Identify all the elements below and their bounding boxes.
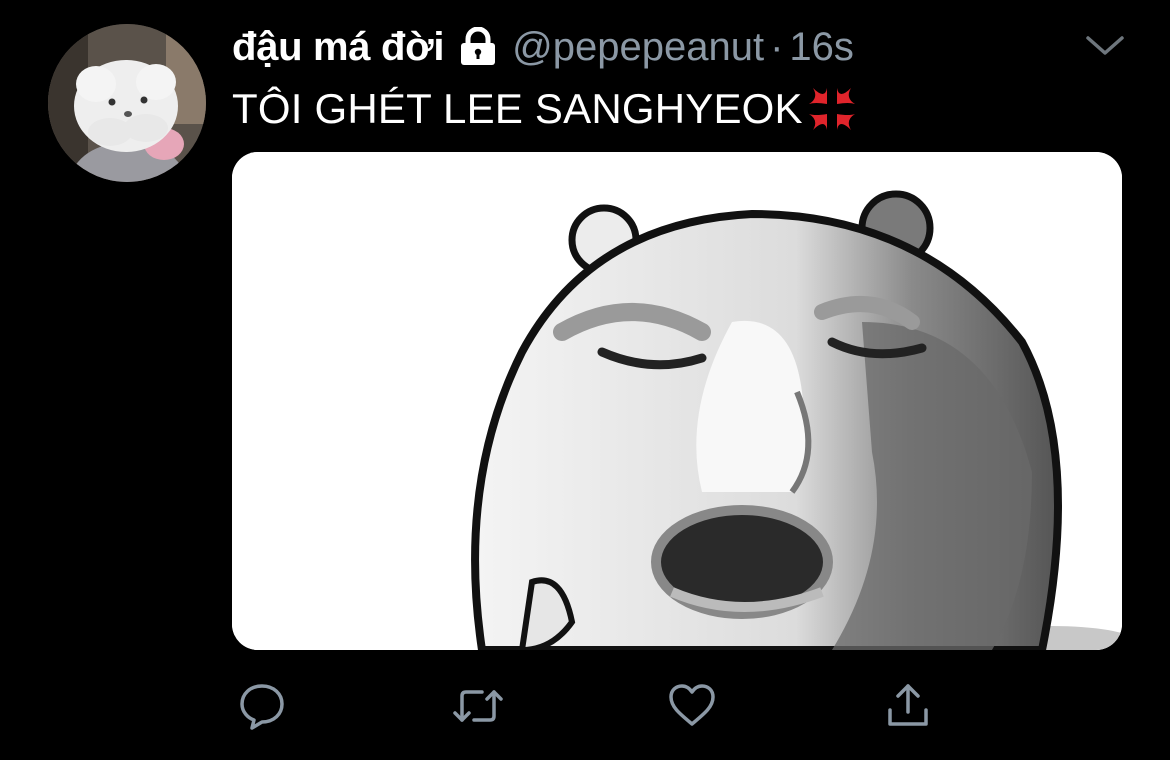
bear-meme-image [232,152,1122,650]
anger-symbol-icon [805,82,859,136]
tweet-body: TÔI GHÉT LEE SANGHYEOK [232,82,859,136]
lock-icon [458,26,498,67]
tweet-card[interactable]: đậu má đời @pepepeanut · 16s TÔI GHÉT LE… [0,0,1170,760]
retweet-icon [450,680,506,732]
media-image[interactable] [232,152,1122,650]
heart-icon [666,680,718,732]
user-handle[interactable]: @pepepeanut [512,25,764,70]
reply-button[interactable] [234,678,290,734]
tweet-text: TÔI GHÉT LEE SANGHYEOK [232,85,803,132]
chevron-down-icon[interactable] [1080,26,1130,66]
avatar[interactable] [48,24,206,182]
action-bar [0,678,1170,734]
timestamp[interactable]: 16s [789,25,854,70]
tweet-header: đậu má đời @pepepeanut · 16s [232,22,854,72]
share-button[interactable] [880,678,936,734]
retweet-button[interactable] [450,678,506,734]
display-name[interactable]: đậu má đời [232,25,444,70]
profile-photo [48,24,206,182]
separator-dot: · [770,24,784,69]
reply-icon [236,680,288,732]
like-button[interactable] [664,678,720,734]
share-icon [882,680,934,732]
